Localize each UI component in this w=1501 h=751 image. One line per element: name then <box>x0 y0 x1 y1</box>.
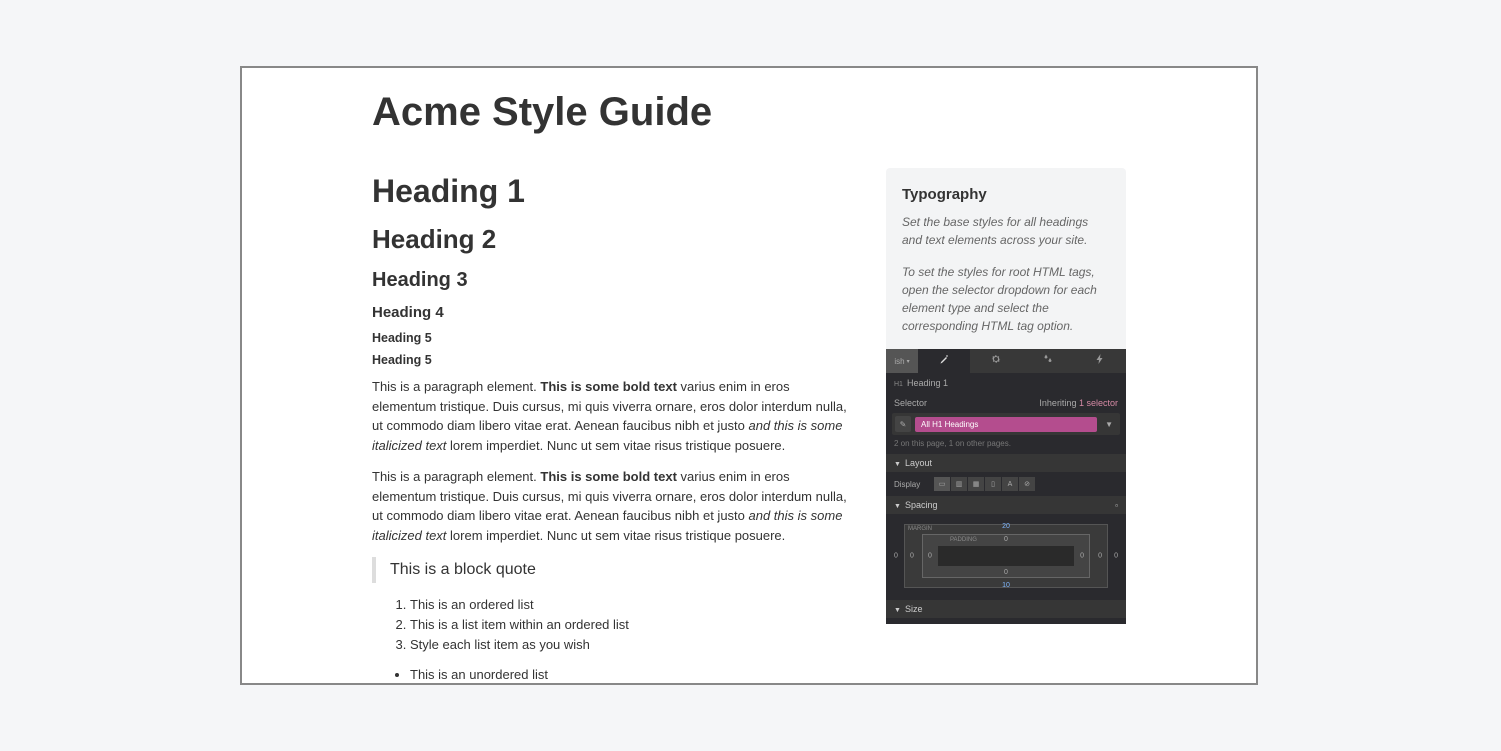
display-grid-button[interactable]: ▦ <box>968 477 984 491</box>
paragraph-example-1: This is a paragraph element. This is som… <box>372 377 856 455</box>
panel-section-spacing[interactable]: ▼Spacing ▫ <box>886 496 1126 514</box>
display-none-button[interactable]: ⊘ <box>1019 477 1035 491</box>
page-title: Acme Style Guide <box>372 90 856 135</box>
panel-tab-bolt[interactable] <box>1074 349 1126 373</box>
document-frame: Acme Style Guide Heading 1 Heading 2 Hea… <box>240 66 1258 685</box>
display-flex-button[interactable]: ▥ <box>951 477 967 491</box>
heading-3-example: Heading 3 <box>372 269 856 292</box>
blockquote-example: This is a block quote <box>372 557 856 583</box>
selector-edit-icon: ✎ <box>895 416 911 432</box>
heading-2-example: Heading 2 <box>372 224 856 255</box>
list-item: This is an unordered list <box>410 665 856 685</box>
ordered-list-example: This is an ordered list This is a list i… <box>372 595 856 655</box>
heading-1-example: Heading 1 <box>372 173 856 210</box>
paragraph-example-2: This is a paragraph element. This is som… <box>372 467 856 545</box>
guide-description-2: To set the styles for root HTML tags, op… <box>902 263 1110 335</box>
content-box <box>938 546 1074 566</box>
brush-icon <box>938 352 950 370</box>
gear-icon <box>990 352 1002 370</box>
list-item: This is an ordered list <box>410 595 856 615</box>
panel-topbar-left: ish▾ <box>886 349 918 373</box>
panel-tab-gear[interactable] <box>970 349 1022 373</box>
display-block-button[interactable]: ▭ <box>934 477 950 491</box>
typography-guide-card: Typography Set the base styles for all h… <box>886 168 1126 624</box>
main-column: Acme Style Guide Heading 1 Heading 2 Hea… <box>372 90 856 685</box>
display-buttons: ▭ ▥ ▦ ▯ A ⊘ <box>934 477 1035 491</box>
panel-selector-count: 2 on this page, 1 on other pages. <box>886 439 1126 454</box>
guide-title: Typography <box>902 186 1110 203</box>
bolt-icon <box>1094 352 1106 370</box>
panel-display-row: Display ▭ ▥ ▦ ▯ A ⊘ <box>886 472 1126 496</box>
expand-icon: ▫ <box>1115 501 1118 510</box>
panel-element-row: H1Heading 1 <box>886 373 1126 393</box>
panel-spacing-box: MARGIN PADDING 20 10 0 0 0 0 0 0 0 0 <box>886 514 1126 600</box>
list-item: Style each list item as you wish <box>410 635 856 655</box>
panel-selector-dropdown[interactable]: ✎ All H1 Headings ▼ <box>892 413 1120 435</box>
unordered-list-example: This is an unordered list This is a list… <box>372 665 856 685</box>
panel-section-layout[interactable]: ▼Layout <box>886 454 1126 472</box>
heading-4-example: Heading 4 <box>372 304 856 321</box>
panel-selector-row: Selector Inheriting 1 selector <box>886 393 1126 413</box>
style-panel-mock: ish▾ <box>886 349 1126 624</box>
chevron-down-icon: ▼ <box>1101 420 1117 429</box>
guide-description-1: Set the base styles for all headings and… <box>902 213 1110 249</box>
list-item: This is a list item within an ordered li… <box>410 615 856 635</box>
drops-icon <box>1042 352 1054 370</box>
panel-section-size[interactable]: ▼Size <box>886 600 1126 618</box>
panel-tab-drops[interactable] <box>1022 349 1074 373</box>
heading-5-example: Heading 5 <box>372 331 856 345</box>
display-inline-button[interactable]: A <box>1002 477 1018 491</box>
selector-chip: All H1 Headings <box>915 417 1097 432</box>
panel-topbar: ish▾ <box>886 349 1126 373</box>
side-column: Typography Set the base styles for all h… <box>886 168 1126 685</box>
display-inlineblock-button[interactable]: ▯ <box>985 477 1001 491</box>
content-wrapper: Acme Style Guide Heading 1 Heading 2 Hea… <box>242 68 1256 685</box>
panel-tab-brush[interactable] <box>918 349 970 373</box>
heading-5b-example: Heading 5 <box>372 353 856 367</box>
